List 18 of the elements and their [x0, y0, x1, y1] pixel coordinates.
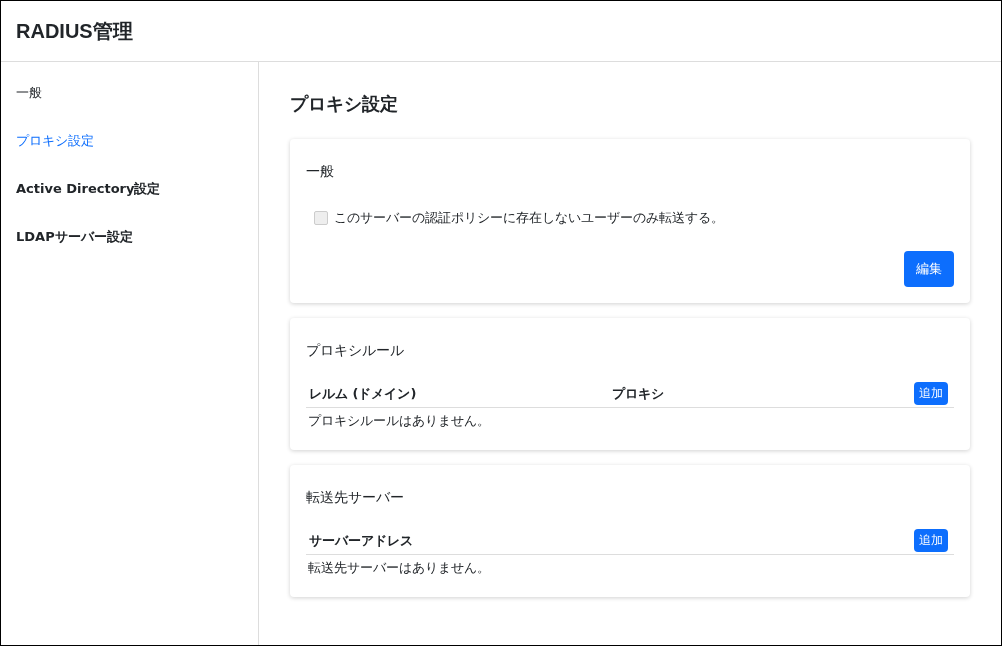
edit-button[interactable]: 編集 — [904, 251, 954, 287]
column-header: サーバーアドレス — [309, 531, 414, 550]
empty-message: 転送先サーバーはありません。 — [307, 559, 491, 577]
empty-message: プロキシルールはありません。 — [307, 412, 491, 430]
add-button[interactable]: 追加 — [914, 529, 948, 552]
column-header: レルム (ドメイン) — [309, 384, 418, 403]
card-title: 一般 — [306, 163, 334, 181]
sidebar-item[interactable]: LDAPサーバー設定 — [16, 228, 133, 246]
card-title: 転送先サーバー — [306, 489, 404, 507]
sidebar-item[interactable]: Active Directory設定 — [16, 180, 161, 198]
add-button[interactable]: 追加 — [914, 382, 948, 405]
card-title: プロキシルール — [306, 342, 404, 360]
app-title: RADIUS管理 — [16, 18, 133, 44]
sidebar-item[interactable]: 一般 — [16, 84, 42, 102]
column-header: プロキシ — [611, 384, 665, 403]
sidebar-item[interactable]: プロキシ設定 — [16, 132, 94, 150]
page-title: プロキシ設定 — [290, 92, 399, 116]
checkbox-label: このサーバーの認証ポリシーに存在しないユーザーのみ転送する。 — [334, 209, 724, 227]
